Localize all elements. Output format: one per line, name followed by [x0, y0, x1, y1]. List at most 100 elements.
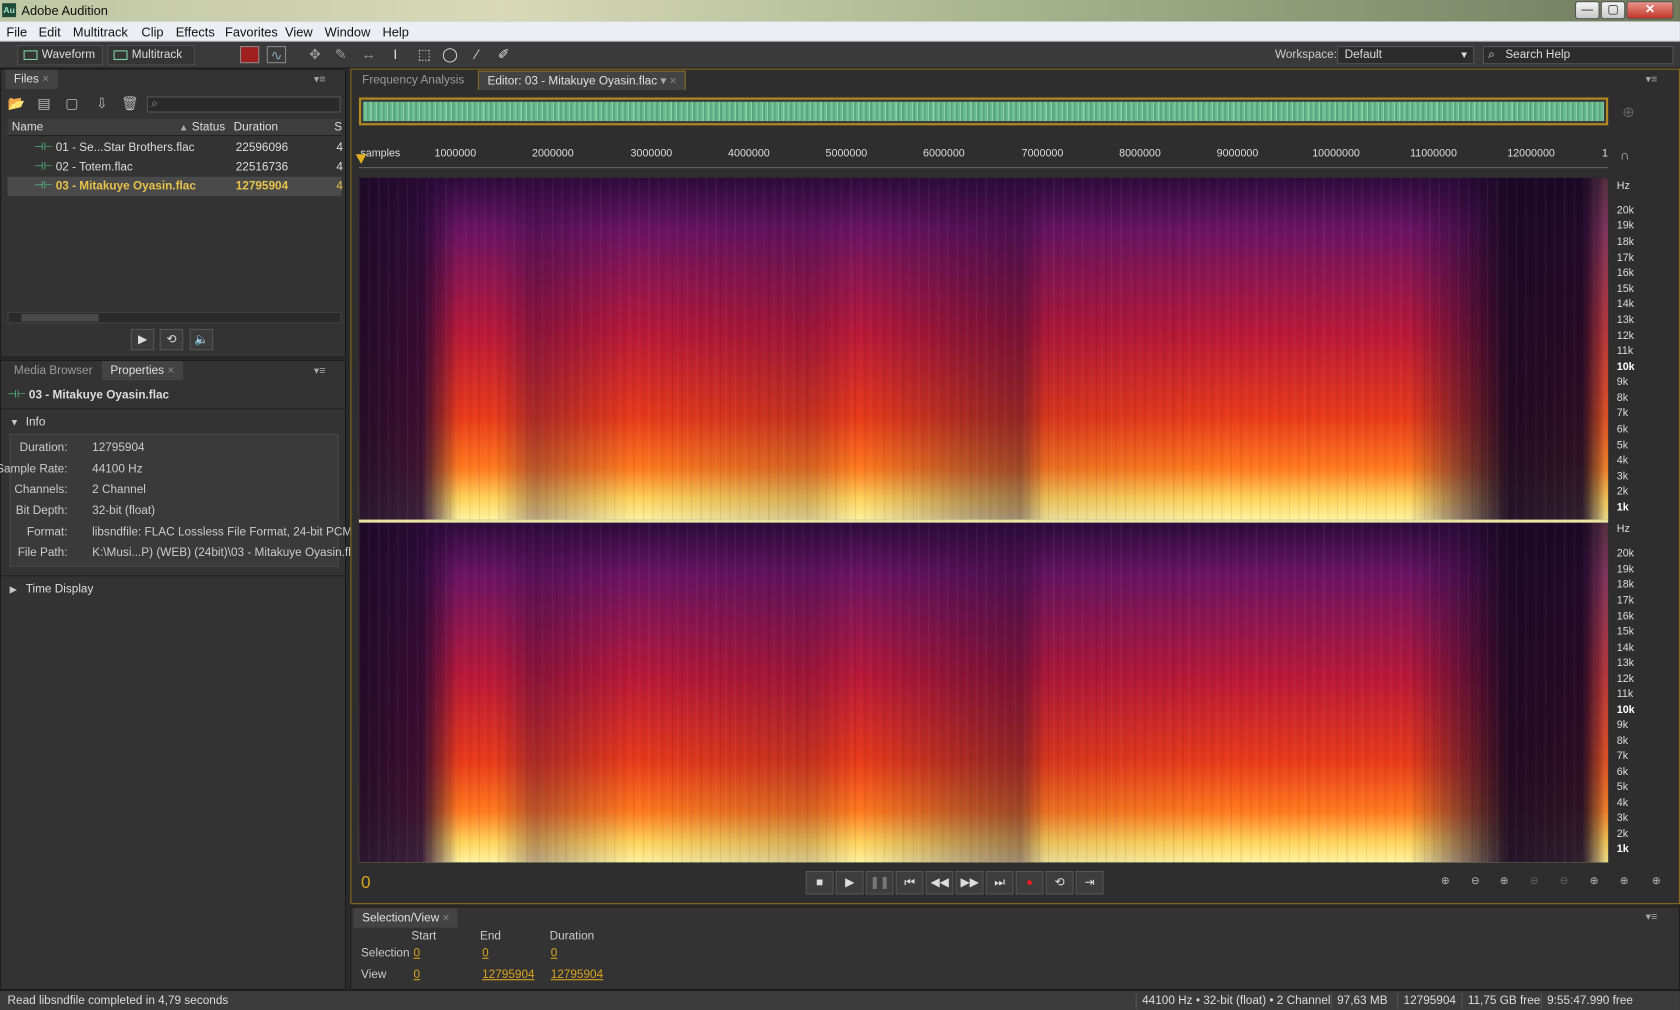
insert-icon[interactable]: ⇩: [93, 95, 110, 112]
lasso-tool-icon[interactable]: ◯: [441, 46, 458, 63]
current-time-display[interactable]: 0: [361, 874, 371, 893]
chevron-down-icon[interactable]: ▾: [660, 75, 666, 88]
view-end-value[interactable]: 12795904: [482, 968, 534, 981]
time-display-section-label[interactable]: Time Display: [26, 583, 94, 596]
menu-file[interactable]: File: [6, 25, 27, 40]
close-button[interactable]: ✕: [1626, 1, 1674, 20]
view-duration-value[interactable]: 12795904: [551, 968, 603, 981]
spot-healing-tool-icon[interactable]: ✐: [495, 46, 512, 63]
view-start-value[interactable]: 0: [414, 968, 421, 981]
skip-selection-button[interactable]: ⇥: [1075, 870, 1104, 895]
loop-preview-button[interactable]: ⟲: [159, 328, 184, 351]
frequency-scale-right[interactable]: Hz 20k 19k 18k 17k 16k 15k 14k 13k 12k 1…: [1610, 523, 1653, 863]
column-status[interactable]: Status: [192, 119, 225, 136]
menu-favorites[interactable]: Favorites: [225, 25, 278, 40]
open-file-icon[interactable]: 📂: [7, 95, 24, 112]
menu-clip[interactable]: Clip: [141, 25, 163, 40]
spectral-pitch-icon[interactable]: ∿: [266, 46, 287, 64]
zoom-in-point-icon[interactable]: ⊕: [1584, 875, 1605, 892]
file-row[interactable]: ⊣⊢ 01 - Se...Star Brothers.flac 22596096 4: [7, 138, 343, 157]
pause-button[interactable]: ❚❚: [865, 870, 894, 895]
play-button[interactable]: ▶: [835, 870, 864, 895]
close-tab-icon[interactable]: ×: [42, 73, 49, 86]
spectral-display-icon[interactable]: [239, 46, 260, 64]
properties-tab-label: Properties: [110, 364, 165, 378]
marquee-tool-icon[interactable]: ⬚: [416, 46, 433, 63]
close-tab-icon[interactable]: ×: [670, 75, 677, 88]
expand-down-icon[interactable]: ▼: [10, 417, 20, 428]
spectrogram-channel-right[interactable]: [358, 522, 1609, 863]
tab-files[interactable]: Files ×: [5, 69, 58, 89]
menu-window[interactable]: Window: [325, 25, 371, 40]
menu-help[interactable]: Help: [382, 25, 408, 40]
file-row-selected[interactable]: ⊣⊢ 03 - Mitakuye Oyasin.flac 12795904 4: [7, 176, 343, 197]
horizontal-scrollbar[interactable]: [7, 311, 342, 324]
headphones-icon[interactable]: ∩: [1620, 148, 1629, 163]
move-tool-icon[interactable]: ✥: [306, 46, 323, 63]
loop-button[interactable]: ⟲: [1045, 870, 1074, 895]
time-ruler[interactable]: samples 1000000 2000000 3000000 4000000 …: [355, 144, 1609, 169]
delete-icon[interactable]: 🗑: [121, 95, 139, 112]
tab-properties[interactable]: Properties ×: [101, 361, 183, 381]
tab-media-browser[interactable]: Media Browser: [5, 361, 101, 380]
hz-tick: 6k: [1616, 766, 1629, 779]
tab-frequency-analysis[interactable]: Frequency Analysis: [354, 71, 473, 90]
file-row[interactable]: ⊣⊢ 02 - Totem.flac 22516736 4: [7, 157, 343, 176]
time-selection-tool-icon[interactable]: I: [387, 46, 404, 63]
fast-forward-button[interactable]: ▶▶: [955, 870, 984, 895]
menu-effects[interactable]: Effects: [176, 25, 215, 40]
auto-play-button[interactable]: 🔈: [189, 328, 214, 351]
hz-tick: 6k: [1616, 423, 1629, 436]
zoom-selected-channels-icon[interactable]: ⊕: [1646, 875, 1667, 892]
workspace-select[interactable]: Default ▼: [1337, 46, 1475, 65]
column-duration[interactable]: Duration: [234, 119, 279, 136]
slip-tool-icon[interactable]: ↔: [360, 46, 377, 63]
column-name[interactable]: Name: [12, 119, 43, 136]
zoom-in-amplitude-icon[interactable]: ⊕: [1435, 875, 1456, 892]
brush-tool-icon[interactable]: ⁄: [468, 46, 485, 63]
stop-button[interactable]: ■: [805, 870, 834, 895]
column-s[interactable]: S: [334, 119, 342, 136]
panel-menu-icon[interactable]: ▾≡: [314, 74, 326, 86]
zoom-selection-icon[interactable]: ⊕: [1614, 875, 1635, 892]
go-to-end-button[interactable]: ⏭: [985, 870, 1014, 895]
rewind-button[interactable]: ◀◀: [925, 870, 954, 895]
new-file-icon[interactable]: ▢: [63, 95, 80, 112]
menu-view[interactable]: View: [285, 25, 313, 40]
import-file-icon[interactable]: ▤: [35, 95, 52, 112]
scrollbar-thumb[interactable]: [21, 313, 99, 322]
zoom-out-full-icon[interactable]: ⊖: [1554, 875, 1575, 892]
zoom-out-time-icon[interactable]: ⊖: [1524, 875, 1545, 892]
zoom-in-time-icon[interactable]: ⊕: [1494, 875, 1515, 892]
zoom-out-amplitude-icon[interactable]: ⊖: [1465, 875, 1486, 892]
razor-tool-icon[interactable]: ✎: [332, 46, 349, 63]
record-button[interactable]: ●: [1015, 870, 1044, 895]
panel-menu-icon[interactable]: ▾≡: [1646, 74, 1658, 86]
files-search-input[interactable]: ⌕: [146, 96, 341, 113]
multitrack-button[interactable]: Multitrack: [107, 44, 195, 66]
waveform-button[interactable]: Waveform: [17, 44, 103, 66]
spectrogram-channel-left[interactable]: [358, 177, 1609, 520]
menu-edit[interactable]: Edit: [39, 25, 61, 40]
go-to-start-button[interactable]: ⏮: [895, 870, 924, 895]
maximize-button[interactable]: ▢: [1600, 1, 1626, 20]
zoom-navigator-icon[interactable]: ⊕: [1622, 103, 1635, 121]
selection-duration-value[interactable]: 0: [551, 947, 558, 960]
expand-right-icon[interactable]: ▶: [10, 584, 17, 596]
info-section-label[interactable]: Info: [26, 416, 46, 429]
close-tab-icon[interactable]: ×: [443, 912, 450, 925]
search-help-input[interactable]: ⌕ Search Help: [1482, 46, 1674, 65]
selection-end-value[interactable]: 0: [482, 947, 489, 960]
selection-start-value[interactable]: 0: [414, 947, 421, 960]
waveform-overview[interactable]: [358, 97, 1609, 126]
playhead-marker-icon[interactable]: [355, 154, 367, 164]
tab-editor[interactable]: Editor: 03 - Mitakuye Oyasin.flac ▾ ×: [477, 70, 687, 90]
panel-menu-icon[interactable]: ▾≡: [1646, 912, 1658, 924]
frequency-scale-left[interactable]: Hz 20k 19k 18k 17k 16k 15k 14k 13k 12k 1…: [1610, 178, 1653, 520]
panel-menu-icon[interactable]: ▾≡: [314, 365, 326, 377]
menu-multitrack[interactable]: Multitrack: [73, 25, 128, 40]
minimize-button[interactable]: —: [1574, 1, 1600, 20]
tab-selection-view[interactable]: Selection/View ×: [353, 908, 458, 928]
close-tab-icon[interactable]: ×: [167, 364, 174, 377]
play-preview-button[interactable]: ▶: [130, 328, 155, 351]
